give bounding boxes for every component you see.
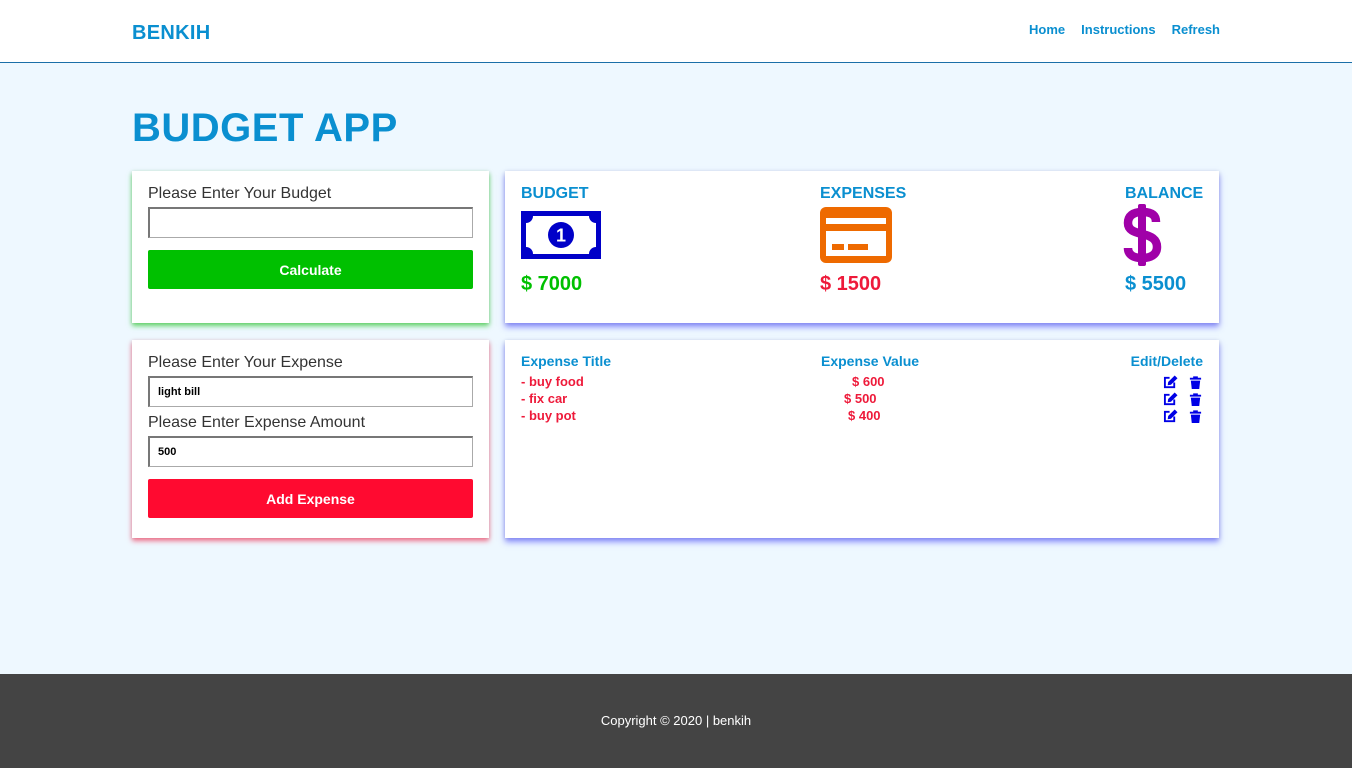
list-item: - buy pot $ 400 <box>521 408 1203 425</box>
footer: Copyright © 2020 | benkih <box>0 674 1352 768</box>
expense-title: - buy food <box>521 374 584 389</box>
expense-title-input[interactable] <box>148 376 473 407</box>
list-item: - fix car $ 500 <box>521 391 1203 408</box>
nav-link-instructions[interactable]: Instructions <box>1081 22 1155 37</box>
page-title: BUDGET APP <box>132 106 398 150</box>
edit-icon[interactable] <box>1163 409 1178 423</box>
edit-icon[interactable] <box>1163 375 1178 389</box>
expense-amount-label: Please Enter Expense Amount <box>148 414 366 431</box>
budget-value: $ 7000 <box>521 273 583 295</box>
expense-value: $ 600 <box>852 374 885 389</box>
expenses-summary-label: EXPENSES <box>820 185 907 202</box>
edit-icon[interactable] <box>1163 392 1178 406</box>
expense-value: $ 400 <box>848 408 881 423</box>
expense-actions <box>1163 409 1203 423</box>
budget-input[interactable] <box>148 207 473 238</box>
balance-summary: BALANCE <box>1125 185 1203 203</box>
calculate-button[interactable]: Calculate <box>148 250 473 289</box>
expense-title: - fix car <box>521 391 568 406</box>
column-header-title: Expense Title <box>521 353 612 369</box>
balance-value: $ 5500 <box>1125 273 1187 295</box>
list-item: - buy food $ 600 <box>521 374 1203 391</box>
column-header-actions: Edit/Delete <box>1130 353 1203 369</box>
budget-label: Please Enter Your Budget <box>148 185 332 202</box>
expense-title-label: Please Enter Your Expense <box>148 354 343 371</box>
navbar: BENKIH Home Instructions Refresh <box>0 0 1352 63</box>
trash-icon[interactable] <box>1188 392 1203 406</box>
dollar-sign-icon <box>1123 204 1162 266</box>
add-expense-button[interactable]: Add Expense <box>148 479 473 518</box>
trash-icon[interactable] <box>1188 409 1203 423</box>
brand-logo[interactable]: BENKIH <box>132 22 210 45</box>
credit-card-icon <box>820 207 892 263</box>
nav-link-home[interactable]: Home <box>1029 22 1065 37</box>
expenses-summary: EXPENSES <box>820 185 906 203</box>
expense-title: - buy pot <box>521 408 576 423</box>
expenses-value: $ 1500 <box>820 273 882 295</box>
budget-summary-label: BUDGET <box>521 185 589 202</box>
nav-links: Home Instructions Refresh <box>1029 22 1220 37</box>
budget-form: Please Enter Your Budget Calculate <box>132 171 489 323</box>
summary-card: BUDGET 1 $ 7000 EXPENSES $ 1500 BALANCE … <box>505 171 1219 323</box>
balance-summary-label: BALANCE <box>1125 185 1204 202</box>
expense-value: $ 500 <box>844 391 877 406</box>
expense-amount-input[interactable] <box>148 436 473 467</box>
expense-form: Please Enter Your Expense Please Enter E… <box>132 340 489 538</box>
trash-icon[interactable] <box>1188 375 1203 389</box>
nav-link-refresh[interactable]: Refresh <box>1172 22 1220 37</box>
column-header-value: Expense Value <box>821 353 920 369</box>
footer-copyright: Copyright © 2020 | benkih <box>600 713 752 728</box>
svg-text:1: 1 <box>556 226 566 246</box>
expense-actions <box>1163 375 1203 389</box>
money-bill-icon: 1 <box>521 211 601 259</box>
budget-summary: BUDGET <box>521 185 589 203</box>
expense-list-card: Expense Title Expense Value Edit/Delete … <box>505 340 1219 538</box>
expense-actions <box>1163 392 1203 406</box>
